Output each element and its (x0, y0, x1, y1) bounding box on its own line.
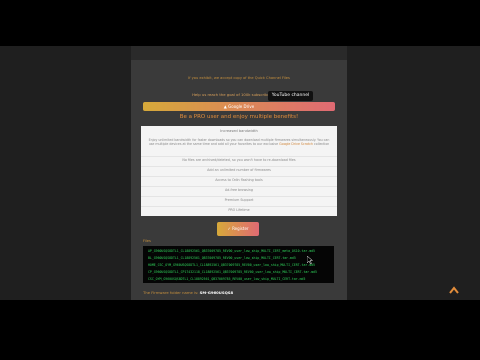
video-bottom-bar (0, 300, 480, 360)
benefit-row: Premium Support (141, 196, 337, 204)
file-item[interactable]: AP_G960USQS8DTL1_CL18892561_QB37009785_R… (148, 249, 331, 253)
pro-heading: Be a PRO user and enjoy multiple benefit… (179, 114, 299, 120)
google-drive-label: Google Drive (228, 104, 255, 109)
file-item[interactable]: CP_G960USQS8DTL1_CP17432118_CL18892561_Q… (148, 270, 331, 274)
background-right (347, 46, 480, 300)
firmware-folder-line: The Firmware folder name is: SM-G960USQS… (143, 290, 233, 295)
register-button[interactable]: ✓ Register (217, 222, 259, 236)
panel-description: Enjoy unlimited bandwidth for faster dow… (147, 138, 331, 146)
mouse-cursor-icon (307, 256, 313, 264)
benefit-row: PRO Lifetime (141, 206, 337, 214)
benefit-row: No files are archived/deleted, so you wo… (141, 156, 337, 164)
google-drive-button[interactable]: ▲ Google Drive (143, 102, 335, 111)
benefit-row: Ad-free browsing (141, 186, 337, 194)
files-label: Files (143, 239, 151, 243)
background-left (0, 46, 131, 300)
google-drive-scratch-link[interactable]: Google Drive Scratch (279, 142, 313, 146)
notice-text: If you exhibit, we accept copy of the Qu… (188, 76, 290, 80)
page-header (131, 46, 347, 60)
video-top-bar (0, 0, 480, 46)
panel-desc-end: collection (314, 142, 330, 147)
file-item[interactable]: BL_G960USQS8DTL1_CL18892561_QB37009785_R… (148, 256, 331, 260)
firmware-folder-value: SM-G960USQS8 (199, 290, 234, 295)
benefit-row: Add an unlimited number of firmwares (141, 166, 337, 174)
files-list: AP_G960USQS8DTL1_CL18892561_QB37009785_R… (143, 246, 334, 283)
panel-title: Increased bandwidth (220, 129, 258, 133)
pro-benefits-panel: Increased bandwidth Enjoy unlimited band… (141, 126, 337, 216)
file-item[interactable]: HOME_CSC_OYM_G960USQS8DTL1_CL18892561_QB… (148, 263, 331, 267)
benefit-row: Access to Odin flashing tools (141, 176, 337, 184)
web-page: If you exhibit, we accept copy of the Qu… (131, 46, 347, 300)
youtube-channel-badge[interactable]: YouTube channel (268, 91, 313, 101)
chevron-up-icon[interactable] (449, 286, 459, 294)
firmware-folder-label: The Firmware folder name is: (143, 290, 199, 295)
file-item[interactable]: CSC_OYM_G960USQS8DTL1_CL18892561_QB37009… (148, 277, 331, 281)
register-label: Register (232, 226, 249, 231)
